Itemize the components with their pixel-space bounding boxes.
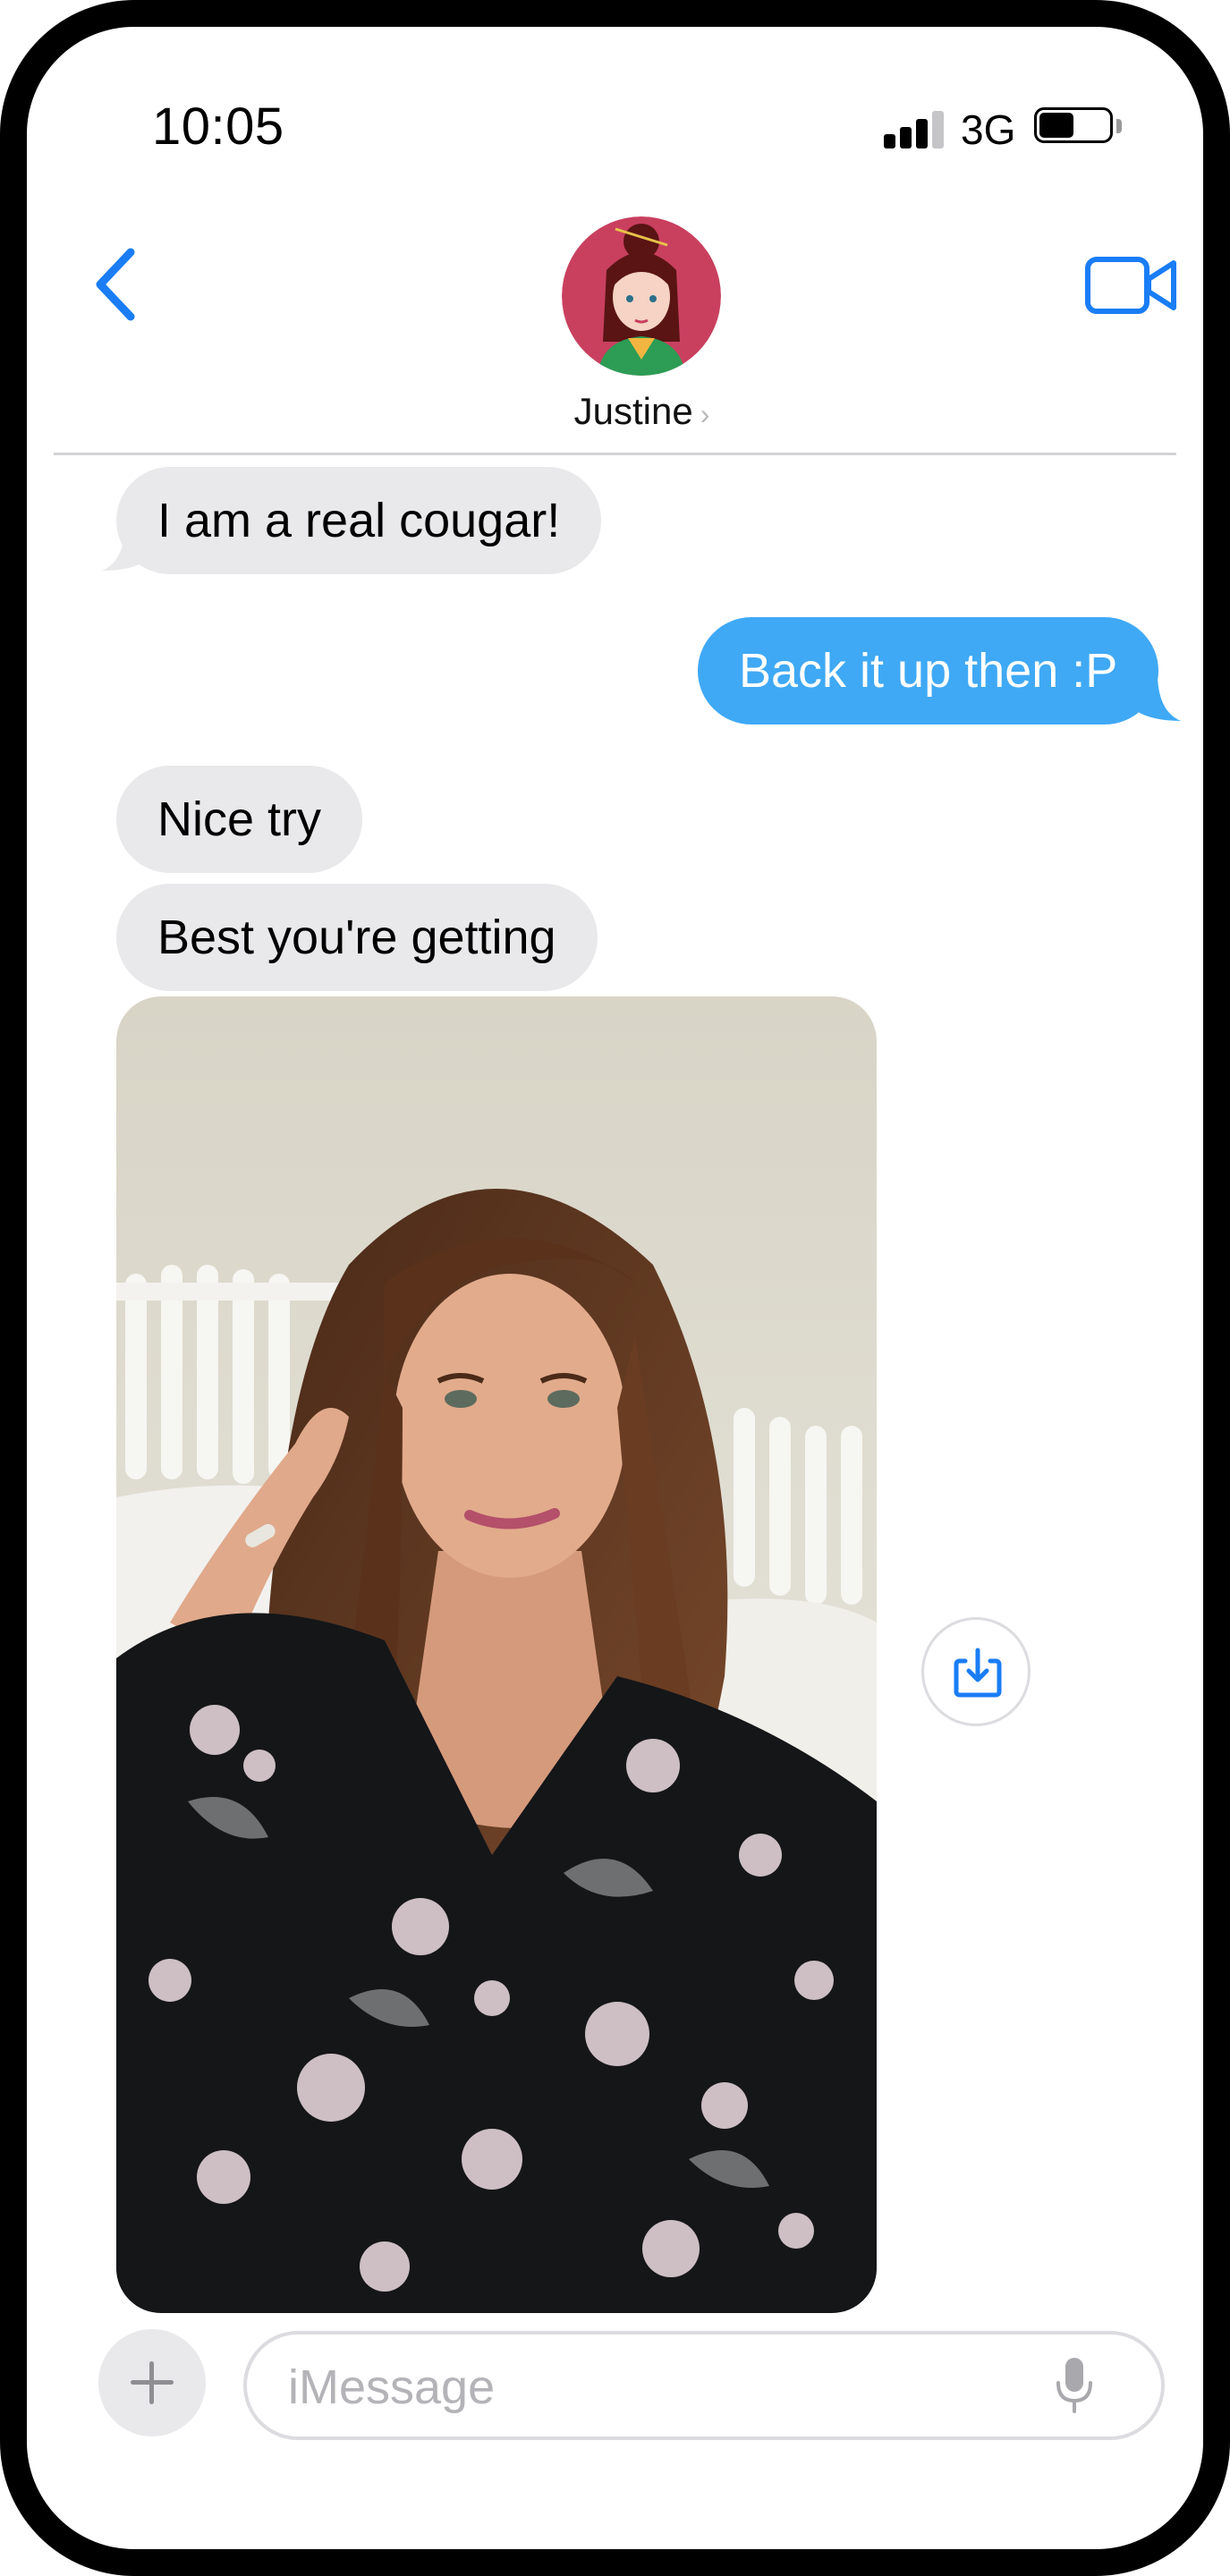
contact-name[interactable]: Justine ›: [27, 390, 1203, 433]
signal-strength-icon: [884, 109, 946, 148]
signal-bar: [916, 119, 928, 148]
avatar[interactable]: [562, 216, 721, 376]
message-field[interactable]: [243, 2331, 1165, 2440]
battery-icon: [1034, 107, 1125, 147]
microphone-icon[interactable]: [1052, 2354, 1097, 2419]
contact-name-label: Justine: [573, 390, 693, 432]
signal-bar: [884, 134, 895, 148]
photo-attachment[interactable]: [116, 996, 877, 2313]
nav-divider: [54, 453, 1176, 455]
imessage-input[interactable]: [286, 2351, 1023, 2424]
download-icon: [954, 1648, 1002, 1698]
save-photo-button[interactable]: [921, 1617, 1031, 1726]
message-bubble-outgoing[interactable]: Back it up then :P: [698, 617, 1159, 724]
message-bubble-incoming[interactable]: Best you're getting: [116, 884, 598, 991]
phone-frame: 10:05 3G Justine › I am a real cougar! B…: [0, 0, 1230, 2576]
status-time: 10:05: [152, 97, 284, 156]
message-bubble-incoming[interactable]: I am a real cougar!: [116, 467, 602, 574]
message-bubble-incoming[interactable]: Nice try: [116, 766, 363, 873]
chevron-right-icon: ›: [700, 398, 710, 430]
signal-bar: [900, 127, 912, 148]
signal-bar: [932, 111, 944, 148]
add-attachment-button[interactable]: [98, 2329, 206, 2436]
messages-screen: 10:05 3G Justine › I am a real cougar! B…: [27, 27, 1203, 2549]
chevron-left-icon: [96, 248, 135, 321]
back-button[interactable]: [86, 240, 148, 329]
cartoon-woman-avatar-icon: [562, 216, 721, 376]
network-type: 3G: [961, 106, 1016, 153]
selfie-photo: [116, 996, 877, 2313]
video-camera-icon: [1085, 257, 1176, 314]
video-call-button[interactable]: [1082, 250, 1181, 322]
battery-fill: [1039, 113, 1073, 138]
